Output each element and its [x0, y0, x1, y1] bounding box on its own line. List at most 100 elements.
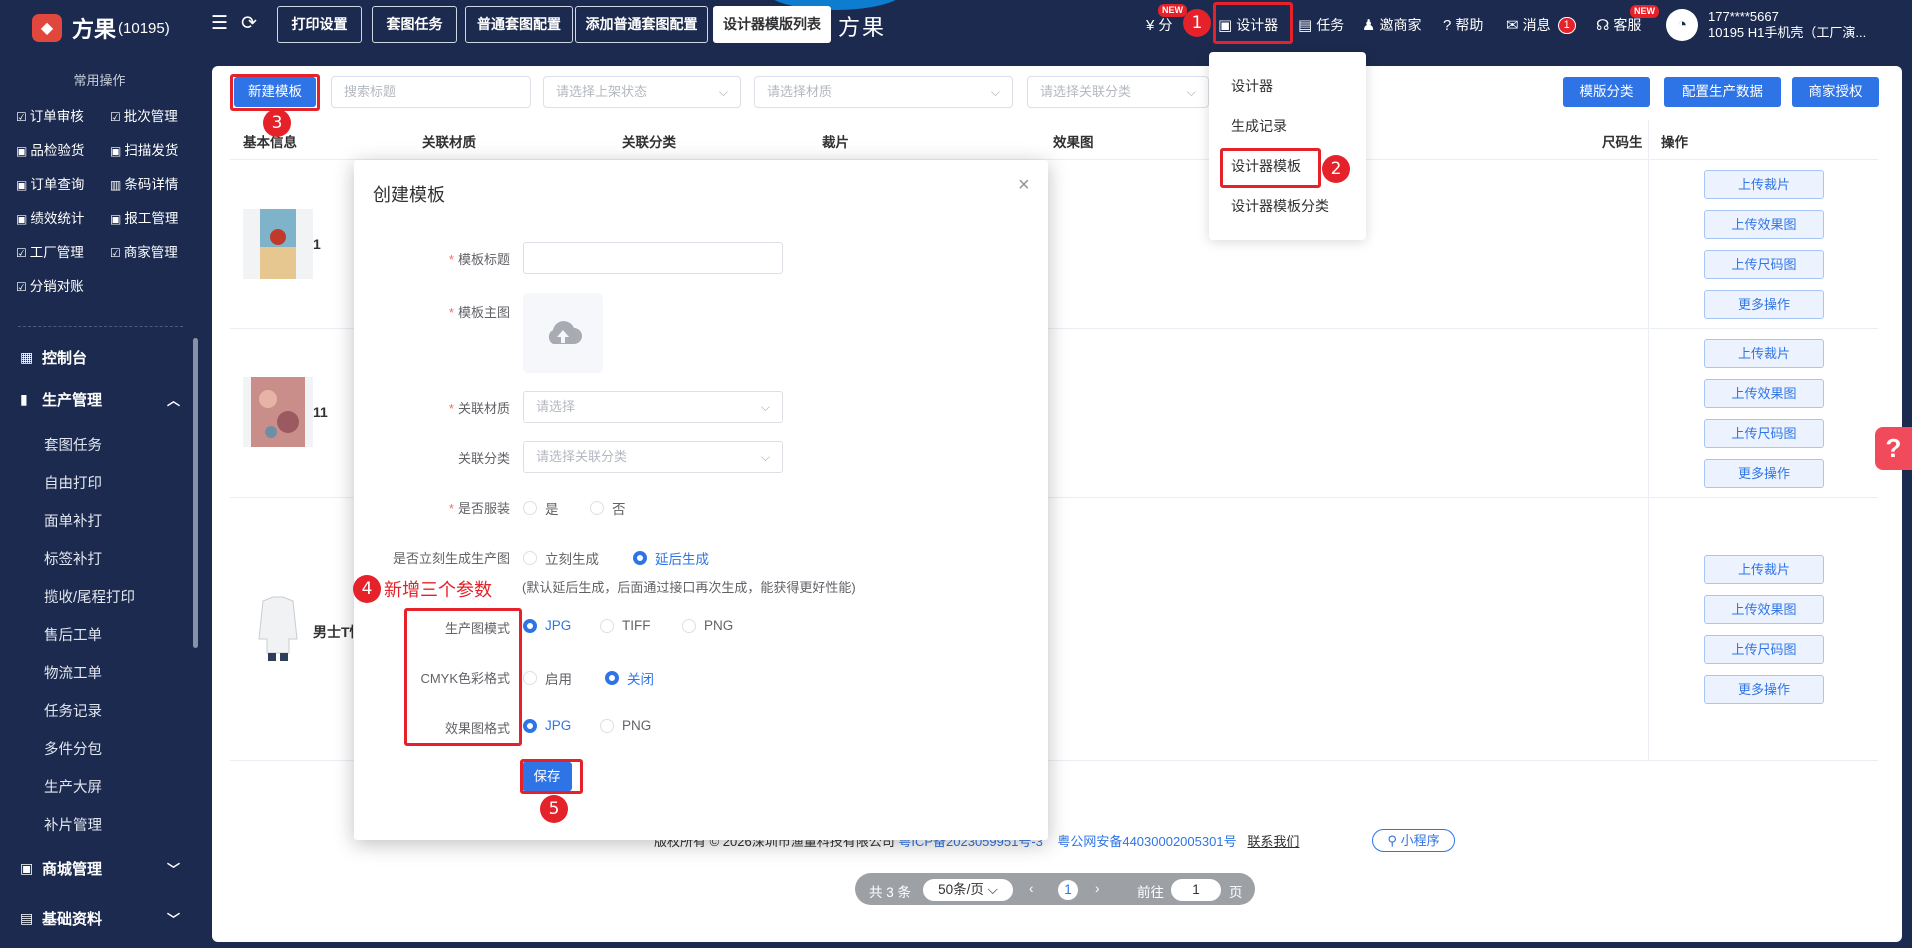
radio-prod-png[interactable]: PNG	[682, 618, 733, 633]
annotation-box-save	[520, 759, 583, 794]
upload-effect-button[interactable]: 上传效果图	[1704, 379, 1824, 408]
app-logo[interactable]: ◆ 方果 (10195)	[32, 12, 170, 44]
header-task[interactable]: ▤ 任务	[1298, 15, 1344, 35]
message-icon: ✉	[1506, 17, 1519, 34]
menu-item-template-category[interactable]: 设计器模板分类	[1231, 196, 1329, 216]
mini-program-button[interactable]: ⚲ 小程序	[1372, 829, 1455, 852]
radio-cmyk-close[interactable]: 关闭	[605, 668, 654, 688]
header-service[interactable]: ☊ 客服	[1596, 15, 1641, 35]
close-icon[interactable]: ×	[1018, 174, 1030, 197]
upload-size-button[interactable]: 上传尺码图	[1704, 419, 1824, 448]
help-float-button[interactable]: ?	[1875, 427, 1912, 470]
current-page[interactable]: 1	[1058, 880, 1078, 900]
sidebar-item-free-print[interactable]: 自由打印	[44, 472, 102, 493]
more-ops-button[interactable]: 更多操作	[1704, 290, 1824, 319]
merchant-auth-button[interactable]: 商家授权	[1792, 77, 1879, 107]
quick-work-report[interactable]: ▣ 报工管理	[110, 207, 178, 227]
material-select[interactable]: 请选择材质 ⌵	[754, 76, 1013, 108]
header-help[interactable]: ? 帮助	[1443, 15, 1483, 35]
next-page-icon[interactable]: ›	[1095, 881, 1100, 896]
quick-quality-check[interactable]: ▣ 品检验货	[16, 139, 84, 159]
police-link[interactable]: 粤公网安备44030002005301号	[1057, 834, 1236, 849]
header-messages[interactable]: ✉ 消息 1	[1506, 15, 1576, 35]
radio-generate-later[interactable]: 延后生成	[633, 548, 709, 568]
status-select[interactable]: 请选择上架状态 ⌵	[543, 76, 741, 108]
radio-clothing-no[interactable]: 否	[590, 498, 626, 518]
quick-scan-ship[interactable]: ▣ 扫描发货	[110, 139, 178, 159]
quick-distribution-recon[interactable]: ☑ 分销对账	[16, 275, 84, 295]
more-ops-button[interactable]: 更多操作	[1704, 675, 1824, 704]
row-thumbnail[interactable]	[243, 209, 313, 279]
menu-item-generate-log[interactable]: 生成记录	[1231, 116, 1287, 136]
sidebar-item-basic[interactable]: ▤ 基础资料 ﹀	[20, 908, 180, 929]
quick-order-review[interactable]: ☑ 订单审核	[16, 105, 84, 125]
row-title: 男士T恤	[313, 624, 353, 640]
prev-page-icon[interactable]: ‹	[1029, 881, 1034, 896]
page-size-select[interactable]: 50条/页 ⌵	[923, 879, 1013, 901]
upload-pieces-button[interactable]: 上传裁片	[1704, 339, 1824, 368]
header-fen[interactable]: ¥ 分	[1146, 15, 1172, 35]
label-material: * 关联材质	[448, 401, 510, 416]
tab-designer-template-list[interactable]: 设计器模版列表	[713, 6, 831, 43]
tab-print-settings[interactable]: 打印设置	[277, 6, 362, 43]
template-category-button[interactable]: 模版分类	[1563, 77, 1650, 107]
quick-merchant-manage[interactable]: ☑ 商家管理	[110, 241, 178, 261]
contact-link[interactable]: 联系我们	[1247, 834, 1299, 849]
refresh-icon[interactable]: ⟳	[241, 14, 257, 34]
menu-item-designer[interactable]: 设计器	[1231, 76, 1273, 96]
row-thumbnail[interactable]	[243, 591, 313, 661]
upload-pieces-button[interactable]: 上传裁片	[1704, 555, 1824, 584]
sidebar-item-logistics[interactable]: 物流工单	[44, 662, 102, 683]
header-invite[interactable]: ♟ 邀商家	[1362, 15, 1421, 35]
scan-icon: ▣	[110, 144, 122, 158]
config-production-button[interactable]: 配置生产数据	[1664, 77, 1781, 107]
sidebar-scrollbar[interactable]	[193, 338, 198, 648]
pager-total: 共 3 条	[869, 885, 912, 900]
upload-effect-button[interactable]: 上传效果图	[1704, 210, 1824, 239]
quick-barcode-detail[interactable]: ▥ 条码详情	[110, 173, 178, 193]
quick-performance[interactable]: ▣ 绩效统计	[16, 207, 84, 227]
col-operations: 操作	[1661, 135, 1688, 150]
radio-effect-jpg[interactable]: JPG	[523, 718, 571, 733]
dialog-material-select[interactable]: 请选择 ⌵	[523, 391, 783, 423]
search-title-input[interactable]: 搜索标题	[331, 76, 531, 108]
sidebar-item-task-log[interactable]: 任务记录	[44, 700, 102, 721]
main-image-upload[interactable]	[523, 293, 603, 373]
tab-normal-set-config[interactable]: 普通套图配置	[465, 6, 573, 43]
category-select[interactable]: 请选择关联分类 ⌵	[1027, 76, 1209, 108]
coin-icon: ¥	[1146, 16, 1155, 34]
row-thumbnail[interactable]	[243, 377, 313, 447]
radio-prod-tiff[interactable]: TIFF	[600, 618, 651, 633]
tab-add-set-config[interactable]: 添加普通套图配置	[575, 6, 708, 43]
quick-batch-manage[interactable]: ☑ 批次管理	[110, 105, 178, 125]
sidebar-item-patch[interactable]: 补片管理	[44, 814, 102, 835]
dialog-category-select[interactable]: 请选择关联分类 ⌵	[523, 441, 783, 473]
sidebar-item-reprint-label[interactable]: 标签补打	[44, 548, 102, 569]
quick-order-query[interactable]: ▣ 订单查询	[16, 173, 84, 193]
upload-effect-button[interactable]: 上传效果图	[1704, 595, 1824, 624]
upload-pieces-button[interactable]: 上传裁片	[1704, 170, 1824, 199]
upload-size-button[interactable]: 上传尺码图	[1704, 250, 1824, 279]
upload-size-button[interactable]: 上传尺码图	[1704, 635, 1824, 664]
radio-cmyk-enable[interactable]: 启用	[523, 668, 572, 688]
sidebar-item-mall[interactable]: ▣ 商城管理 ﹀	[20, 858, 180, 879]
sidebar-item-reprint-waybill[interactable]: 面单补打	[44, 510, 102, 531]
sidebar-item-console[interactable]: ▦ 控制台	[20, 347, 180, 368]
sidebar-item-pickup-print[interactable]: 揽收/尾程打印	[44, 586, 135, 607]
radio-clothing-yes[interactable]: 是	[523, 498, 559, 518]
radio-generate-now[interactable]: 立刻生成	[523, 548, 599, 568]
sidebar-item-production[interactable]: ▮ 生产管理 ︿	[20, 389, 180, 410]
quick-factory-manage[interactable]: ☑ 工厂管理	[16, 241, 84, 261]
sidebar-item-big-screen[interactable]: 生产大屏	[44, 776, 102, 797]
template-title-input[interactable]	[523, 242, 783, 274]
sidebar-item-multi-pack[interactable]: 多件分包	[44, 738, 102, 759]
goto-page-input[interactable]: 1	[1171, 879, 1221, 901]
user-profile[interactable]: ◔ 177****5667 10195 H1手机壳（工厂演...	[1666, 9, 1866, 41]
radio-effect-png[interactable]: PNG	[600, 718, 651, 733]
tab-set-tasks[interactable]: 套图任务	[372, 6, 457, 43]
sidebar-item-aftersale[interactable]: 售后工单	[44, 624, 102, 645]
menu-toggle-icon[interactable]: ☰	[211, 14, 228, 34]
sidebar-item-set-tasks[interactable]: 套图任务	[44, 434, 102, 455]
radio-prod-jpg[interactable]: JPG	[523, 618, 571, 633]
more-ops-button[interactable]: 更多操作	[1704, 459, 1824, 488]
